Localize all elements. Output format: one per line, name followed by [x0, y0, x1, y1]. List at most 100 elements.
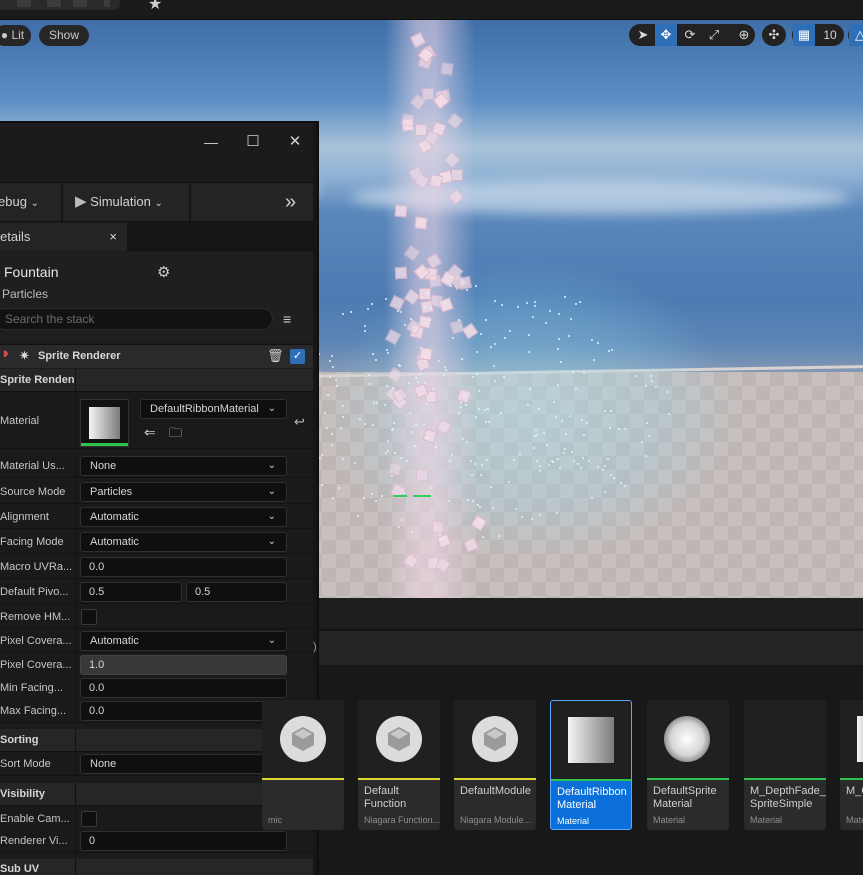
- grid-snap-icon[interactable]: ▦: [793, 24, 815, 46]
- path-chevron-icon[interactable]: ): [313, 641, 317, 653]
- surface-snap-icon[interactable]: ✣: [763, 24, 785, 46]
- water-droplet: [326, 393, 329, 396]
- sort-mode-dropdown[interactable]: None ⌄: [80, 754, 287, 774]
- gear-icon[interactable]: ⚙: [157, 263, 170, 281]
- pivot-x-field[interactable]: 0.5: [80, 582, 182, 602]
- tab-close-icon[interactable]: ×: [109, 223, 117, 251]
- min-facing-field[interactable]: 0.0: [80, 678, 287, 698]
- search-input[interactable]: Search the stack: [0, 308, 273, 330]
- toolbar-button[interactable]: [47, 0, 61, 7]
- water-droplet: [391, 474, 394, 477]
- show-button[interactable]: Show: [39, 25, 89, 46]
- asset-type: Niagara Module...: [460, 815, 532, 825]
- facing-mode-dropdown[interactable]: Automatic ⌄: [80, 532, 287, 552]
- pixel-coverage-blend-field[interactable]: 1.0: [80, 655, 287, 675]
- dropdown-value: None: [90, 460, 117, 472]
- overflow-chevron-icon[interactable]: »: [285, 183, 296, 223]
- asset-tile[interactable]: mic: [262, 700, 344, 830]
- property-label: Material: [0, 393, 76, 448]
- dropdown-value: Automatic: [90, 536, 139, 548]
- toolbar-button[interactable]: [73, 0, 87, 7]
- asset-tile[interactable]: DefaultModule Niagara Module...: [454, 700, 536, 830]
- simulation-menu[interactable]: ▶ Simulation ⌄: [75, 183, 163, 223]
- property-label: Enable Cam...: [0, 807, 76, 830]
- toolbar-button[interactable]: [17, 0, 31, 7]
- water-droplet: [428, 318, 431, 321]
- pixel-coverage-mode-dropdown[interactable]: Automatic ⌄: [80, 631, 287, 651]
- transform-gizmo[interactable]: [393, 493, 437, 499]
- favorite-star-icon[interactable]: ★: [148, 0, 162, 14]
- particle-sprite: [428, 173, 443, 188]
- browse-asset-icon[interactable]: 🗀: [169, 424, 182, 446]
- pivot-y-field[interactable]: 0.5: [186, 582, 287, 602]
- close-button[interactable]: ✕: [282, 131, 308, 153]
- content-browser-grid: mic Default Function Niagara Function...…: [262, 665, 863, 875]
- asset-type: Mate: [846, 815, 863, 825]
- sprite-renderer-header[interactable]: ❥ ✷ Sprite Renderer 🗑 ✓: [0, 344, 313, 368]
- debug-label: ebug: [0, 194, 27, 209]
- filter-icon[interactable]: ≡: [283, 310, 299, 328]
- grid-snap-group: ▦ 10: [792, 24, 844, 46]
- water-droplet: [474, 285, 477, 288]
- show-label: Show: [48, 28, 80, 42]
- tab-details[interactable]: etails ×: [0, 223, 127, 251]
- category-sub-uv[interactable]: Sub UV: [0, 859, 313, 875]
- asset-tile[interactable]: M_DepthFade_ SpriteSimple Material: [744, 700, 826, 830]
- select-mode-icon[interactable]: ➤: [632, 24, 654, 46]
- water-droplet: [465, 441, 468, 444]
- renderer-visibility-field[interactable]: 0: [80, 831, 287, 851]
- water-droplet: [367, 308, 370, 311]
- asset-type-bar: [551, 779, 631, 781]
- particle-sprite: [427, 274, 442, 289]
- asset-tile[interactable]: Default Function Niagara Function...: [358, 700, 440, 830]
- water-droplet: [587, 460, 590, 463]
- category-label: Sprite Rendeni: [0, 369, 76, 391]
- asset-type: mic: [268, 815, 282, 825]
- delete-icon[interactable]: 🗑: [267, 348, 284, 364]
- property-label: Source Mode: [0, 480, 76, 503]
- view-mode-label: Lit: [11, 28, 25, 42]
- asset-tile[interactable]: DefaultSprite Material Material: [647, 700, 729, 830]
- minimize-button[interactable]: —: [198, 131, 224, 153]
- use-selected-icon[interactable]: ⇐: [144, 424, 156, 441]
- toolbar-button[interactable]: [104, 0, 110, 7]
- maximize-button[interactable]: ☐: [240, 131, 266, 153]
- property-row: Remove HM...: [0, 605, 313, 629]
- material-dropdown[interactable]: DefaultRibbonMaterial ⌄: [140, 399, 287, 419]
- collapse-chevron-icon[interactable]: ❥: [2, 349, 10, 360]
- rotation-snap-icon[interactable]: △: [849, 24, 863, 46]
- grid-snap-value[interactable]: 10: [818, 24, 842, 46]
- debug-menu[interactable]: ebug ⌄: [0, 183, 39, 223]
- world-space-icon[interactable]: ⊕: [733, 24, 755, 46]
- macro-uv-field[interactable]: 0.0: [80, 557, 287, 577]
- property-label: Material Us...: [0, 454, 76, 477]
- material-value: DefaultRibbonMaterial: [150, 403, 259, 415]
- water-droplet: [384, 451, 387, 454]
- alignment-dropdown[interactable]: Automatic ⌄: [80, 507, 287, 527]
- translate-icon[interactable]: ✥: [655, 24, 677, 46]
- rotate-icon[interactable]: ⟳: [679, 24, 701, 46]
- view-mode-button[interactable]: ● Lit: [0, 25, 31, 46]
- asset-tile[interactable]: M_G Mate: [840, 700, 863, 830]
- source-mode-dropdown[interactable]: Particles ⌄: [80, 482, 287, 502]
- category-sprite-rendering[interactable]: Sprite Rendeni: [0, 369, 313, 392]
- asset-tile-selected[interactable]: DefaultRibbon Material Material: [550, 700, 632, 830]
- enable-checkbox[interactable]: ✓: [290, 349, 305, 364]
- water-droplet: [601, 468, 604, 471]
- max-facing-field[interactable]: 0.0: [80, 701, 287, 721]
- reset-arrow-icon[interactable]: ↩: [294, 414, 305, 430]
- niagara-function-icon: [376, 716, 422, 762]
- water-droplet: [570, 451, 573, 454]
- material-thumbnail[interactable]: [80, 399, 129, 447]
- asset-name: M_G: [846, 785, 863, 797]
- water-droplet: [508, 329, 511, 332]
- water-droplet: [491, 506, 494, 509]
- asset-type-bar: [744, 778, 826, 780]
- enable-camera-checkbox[interactable]: [81, 811, 97, 827]
- scale-icon[interactable]: ⤢: [703, 24, 725, 46]
- water-droplet: [384, 297, 387, 300]
- tab-strip: etails ×: [0, 223, 317, 251]
- remove-hmd-checkbox[interactable]: [81, 609, 97, 625]
- property-label: Pixel Covera...: [0, 653, 76, 676]
- material-user-param-dropdown[interactable]: None ⌄: [80, 456, 287, 476]
